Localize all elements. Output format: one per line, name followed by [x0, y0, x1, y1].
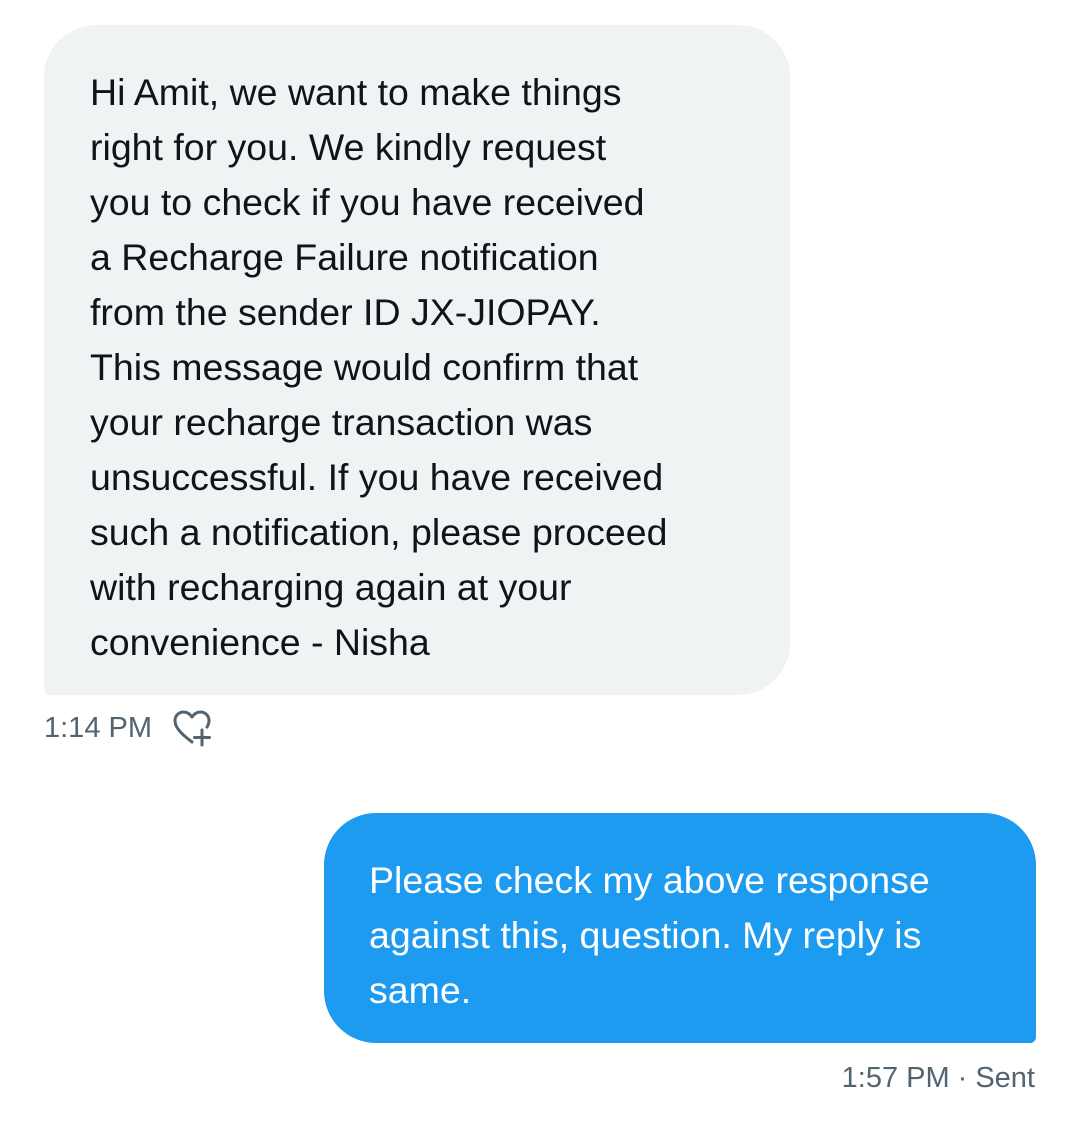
outgoing-message-bubble[interactable]: Please check my above response against t… [324, 813, 1036, 1043]
outgoing-message-text: Please check my above response against t… [369, 859, 930, 1011]
add-reaction-button[interactable] [170, 708, 216, 748]
incoming-timestamp: 1:14 PM [44, 712, 152, 744]
outgoing-timestamp: 1:57 PM [841, 1062, 950, 1094]
outgoing-message-meta: 1:57 PM · Sent [842, 1058, 1035, 1098]
heart-plus-icon [173, 710, 211, 747]
incoming-message-meta: 1:14 PM [44, 708, 216, 748]
incoming-message-text: Hi Amit, we want to make things right fo… [90, 71, 668, 663]
delivery-status: Sent [975, 1062, 1035, 1094]
meta-separator: · [957, 1062, 968, 1094]
incoming-message-bubble[interactable]: Hi Amit, we want to make things right fo… [44, 25, 790, 695]
